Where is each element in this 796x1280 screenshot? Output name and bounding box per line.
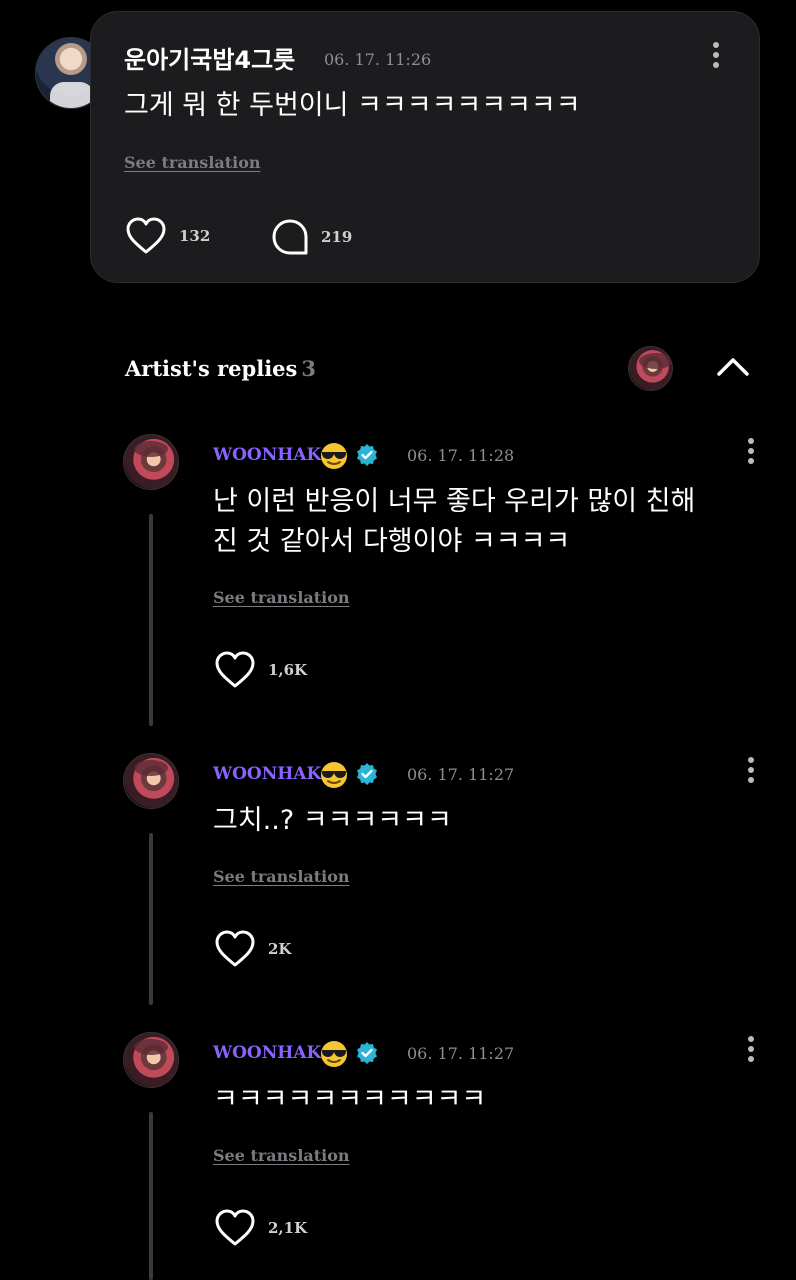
see-translation-link[interactable]: See translation [213, 867, 350, 886]
reply-avatar[interactable] [123, 1032, 179, 1088]
more-options-icon[interactable] [747, 757, 755, 787]
like-button[interactable]: 2,1K [214, 1209, 307, 1247]
reply-author[interactable]: WOONHAK [213, 1038, 379, 1068]
artist-replies-title: Artist's replies [125, 356, 298, 381]
chevron-up-icon[interactable] [716, 355, 750, 377]
reply-date: 06. 17. 11:28 [407, 446, 515, 465]
heart-icon [215, 930, 255, 967]
reply-author-name: WOONHAK [213, 1043, 322, 1063]
like-button[interactable]: 2K [214, 930, 291, 968]
more-options-icon[interactable] [747, 1036, 755, 1066]
reply-avatar[interactable] [123, 753, 179, 809]
see-translation-link[interactable]: See translation [213, 1146, 350, 1165]
verified-badge-icon [357, 1042, 378, 1064]
see-translation-link[interactable]: See translation [124, 153, 261, 172]
reply-date: 06. 17. 11:27 [407, 765, 515, 784]
reply-count: 219 [321, 228, 353, 246]
reply-author[interactable]: WOONHAK [213, 759, 379, 789]
like-count: 1,6K [268, 661, 308, 679]
reply-author-name: WOONHAK [213, 764, 322, 784]
like-button[interactable]: 132 [125, 217, 210, 255]
sunglasses-emoji-icon [321, 762, 348, 788]
verified-badge-icon [357, 763, 378, 785]
artist-replies-count: 3 [301, 356, 316, 381]
reply-button[interactable]: 219 [271, 218, 352, 256]
heart-icon [215, 1209, 255, 1246]
comment-text: 그게 뭐 한 두번이니 ㅋㅋㅋㅋㅋㅋㅋㅋㅋ [124, 90, 581, 121]
reply-author[interactable]: WOONHAK [213, 440, 379, 470]
reply-author-name: WOONHAK [213, 445, 322, 465]
sunglasses-emoji-icon [321, 443, 348, 469]
reply-text-line2: 진 것 같아서 다행이야 ㅋㅋㅋㅋ [213, 526, 571, 557]
artist-avatar-small[interactable] [628, 346, 673, 391]
reply-text-line1: 난 이런 반응이 너무 좋다 우리가 많이 친해 [213, 486, 696, 517]
commenter-name[interactable]: 운아기국밥4그릇 [124, 40, 295, 75]
like-count: 2,1K [268, 1219, 308, 1237]
reply-avatar[interactable] [123, 434, 179, 490]
thread-line [149, 1112, 153, 1280]
heart-icon [215, 651, 255, 688]
like-button[interactable]: 1,6K [214, 651, 307, 689]
reply-text-line1: ㅋㅋㅋㅋㅋㅋㅋㅋㅋㅋㅋ [213, 1084, 487, 1115]
reply-date: 06. 17. 11:27 [407, 1044, 515, 1063]
thread-line [149, 833, 153, 1005]
heart-icon [126, 217, 166, 254]
thread-line [149, 514, 153, 726]
comment-date: 06. 17. 11:26 [324, 50, 432, 69]
artist-replies-heading: Artist's replies 3 [125, 356, 316, 381]
more-options-icon[interactable] [712, 42, 720, 72]
like-count: 2K [268, 940, 292, 958]
verified-badge-icon [357, 444, 378, 466]
sunglasses-emoji-icon [321, 1041, 348, 1067]
more-options-icon[interactable] [747, 438, 755, 468]
comment-bubble-icon [272, 219, 308, 255]
reply-text-line1: 그치..? ㅋㅋㅋㅋㅋㅋ [213, 805, 452, 836]
like-count: 132 [179, 227, 211, 245]
see-translation-link[interactable]: See translation [213, 588, 350, 607]
